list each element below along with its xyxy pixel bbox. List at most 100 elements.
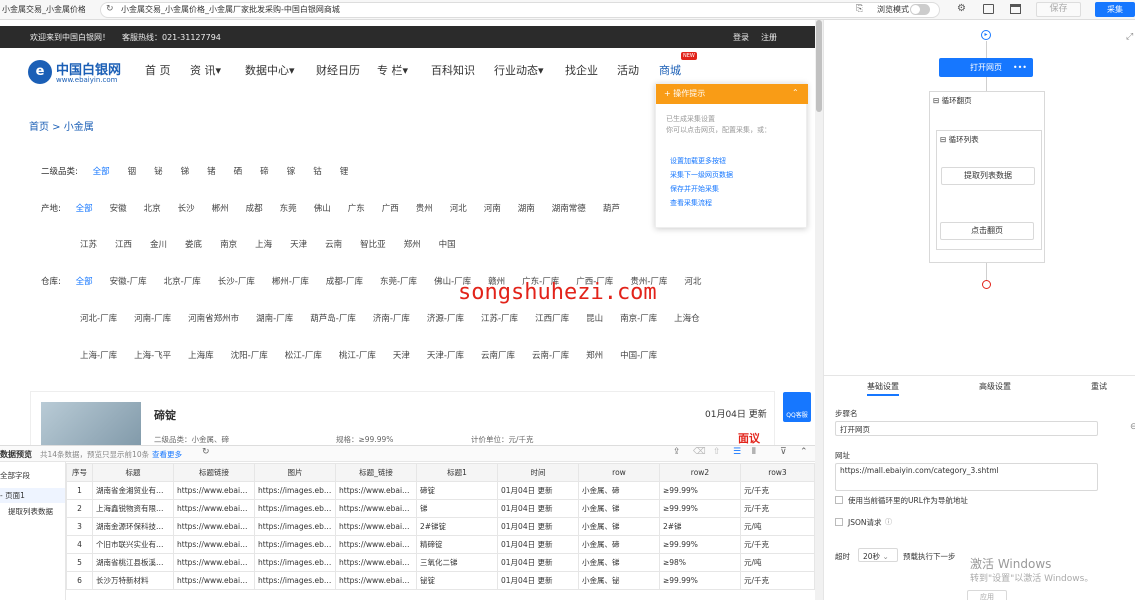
origin-option-9[interactable]: 广西 bbox=[382, 204, 399, 214]
warehouse-option-0[interactable]: 全部 bbox=[76, 277, 93, 287]
export-icon[interactable]: ⇪ bbox=[673, 447, 681, 457]
warehouse-option-r3-7[interactable]: 天津-厂库 bbox=[427, 351, 464, 361]
column-header-1[interactable]: 标题 bbox=[92, 463, 174, 482]
field-tree-extract[interactable]: 提取列表数据 bbox=[8, 506, 53, 517]
info-icon[interactable]: ⓘ bbox=[885, 517, 892, 527]
warehouse-option-r2-11[interactable]: 上海仓 bbox=[674, 314, 700, 324]
warehouse-option-1[interactable]: 安徽-厂库 bbox=[110, 277, 147, 287]
browse-mode-toggle[interactable] bbox=[910, 4, 930, 15]
list-view-icon[interactable]: ☰ bbox=[733, 447, 741, 457]
use-loop-url-checkbox[interactable] bbox=[835, 496, 843, 504]
origin-option-0[interactable]: 全部 bbox=[76, 204, 93, 214]
product-card[interactable]: 碲锭 01月04日 更新 二级品类：小金属、碲 规格：≥99.99% 计价单位：… bbox=[30, 391, 775, 445]
nav-home[interactable]: 首 页 bbox=[145, 62, 171, 78]
origin-option-r2-9[interactable]: 郑州 bbox=[404, 240, 421, 250]
scrollbar-thumb[interactable] bbox=[816, 20, 822, 112]
warehouse-option-r3-0[interactable]: 上海-厂库 bbox=[80, 351, 117, 361]
column-header-6[interactable]: 时间 bbox=[497, 463, 579, 482]
origin-option-4[interactable]: 郴州 bbox=[212, 204, 229, 214]
table-row[interactable]: 3 湖南金源环保科技有... https://www.ebaiyin... https… bbox=[66, 517, 815, 536]
expand-icon[interactable]: ⤢ bbox=[1126, 32, 1133, 42]
warehouse-option-r3-11[interactable]: 中国-厂库 bbox=[620, 351, 657, 361]
origin-option-r2-3[interactable]: 娄底 bbox=[185, 240, 202, 250]
more-icon[interactable]: ••• bbox=[1013, 58, 1027, 77]
level2-option-9[interactable]: 锂 bbox=[340, 167, 349, 177]
tab-advanced-settings[interactable]: 高级设置 bbox=[979, 381, 1011, 392]
level2-option-4[interactable]: 锗 bbox=[207, 167, 216, 177]
warehouse-option-r2-7[interactable]: 江苏-厂库 bbox=[481, 314, 518, 324]
warehouse-option-r3-9[interactable]: 云南-厂库 bbox=[532, 351, 569, 361]
warehouse-option-r2-5[interactable]: 济南-厂库 bbox=[373, 314, 410, 324]
delete-icon[interactable]: ⌫ bbox=[693, 447, 706, 457]
warehouse-option-r3-5[interactable]: 桃江-厂库 bbox=[339, 351, 376, 361]
site-logo-icon[interactable]: e bbox=[28, 60, 52, 84]
warehouse-option-r3-2[interactable]: 上海库 bbox=[188, 351, 214, 361]
warehouse-option-r3-4[interactable]: 松江-厂库 bbox=[285, 351, 322, 361]
warehouse-option-6[interactable]: 东莞-厂库 bbox=[380, 277, 417, 287]
warehouse-option-r2-4[interactable]: 葫芦岛-厂库 bbox=[310, 314, 356, 324]
address-bar[interactable]: 小金属交易_小金属价格_小金属厂家批发采购-中国白银网商城 bbox=[100, 2, 940, 18]
flow-open-page[interactable]: 打开网页 ••• bbox=[939, 58, 1033, 77]
warehouse-option-r2-0[interactable]: 河北-厂库 bbox=[80, 314, 117, 324]
tips-link-load-more[interactable]: 设置加载更多按钮 bbox=[670, 156, 726, 166]
qq-service-button[interactable]: QQ客服 bbox=[783, 392, 811, 422]
reload-icon[interactable]: ↻ bbox=[106, 4, 114, 14]
origin-option-10[interactable]: 贵州 bbox=[416, 204, 433, 214]
tab-retry[interactable]: 重试 bbox=[1091, 381, 1107, 392]
nav-activity[interactable]: 活动 bbox=[617, 62, 639, 78]
origin-option-r2-2[interactable]: 金川 bbox=[150, 240, 167, 250]
help-icon[interactable]: ⊖ bbox=[1130, 422, 1135, 432]
origin-option-r2-1[interactable]: 江西 bbox=[115, 240, 132, 250]
origin-option-r2-0[interactable]: 江苏 bbox=[80, 240, 97, 250]
warehouse-option-r3-3[interactable]: 沈阳-厂库 bbox=[231, 351, 268, 361]
origin-option-8[interactable]: 广东 bbox=[348, 204, 365, 214]
warehouse-option-r2-8[interactable]: 江西厂库 bbox=[535, 314, 569, 324]
level2-option-7[interactable]: 镓 bbox=[287, 167, 296, 177]
tab-basic-settings[interactable]: 基础设置 bbox=[867, 381, 899, 396]
table-row[interactable]: 1 湖南省金湘贸业有限... https://www.ebaiyin... https… bbox=[66, 481, 815, 500]
browser-tab[interactable]: 小金属交易_小金属价格 bbox=[0, 0, 85, 20]
url-input[interactable]: https://mall.ebaiyin.com/category_3.shtm… bbox=[835, 463, 1098, 491]
origin-option-3[interactable]: 长沙 bbox=[178, 204, 195, 214]
apply-button[interactable]: 应用 bbox=[967, 590, 1007, 600]
column-header-9[interactable]: row3 bbox=[740, 463, 815, 482]
column-header-3[interactable]: 图片 bbox=[254, 463, 336, 482]
origin-option-11[interactable]: 河北 bbox=[450, 204, 467, 214]
origin-option-7[interactable]: 佛山 bbox=[314, 204, 331, 214]
column-view-icon[interactable]: ⫴ bbox=[752, 447, 756, 457]
nav-calendar[interactable]: 财经日历 bbox=[316, 62, 360, 78]
product-title[interactable]: 碲锭 bbox=[154, 407, 176, 423]
column-header-8[interactable]: row2 bbox=[659, 463, 741, 482]
product-image[interactable] bbox=[41, 402, 141, 445]
column-header-4[interactable]: 标题_链接 bbox=[335, 463, 417, 482]
flow-extract-list[interactable]: 提取列表数据 bbox=[941, 167, 1035, 185]
warehouse-option-2[interactable]: 北京-厂库 bbox=[164, 277, 201, 287]
warehouse-option-r2-6[interactable]: 济源-厂库 bbox=[427, 314, 464, 324]
nav-company[interactable]: 找企业 bbox=[565, 62, 598, 78]
collapse-icon[interactable]: ⌃ bbox=[792, 88, 799, 97]
collapse-panel-icon[interactable]: ⌃ bbox=[800, 447, 808, 457]
warehouse-option-r2-3[interactable]: 湖南-厂库 bbox=[256, 314, 293, 324]
tips-link-save-start[interactable]: 保存并开始采集 bbox=[670, 184, 719, 194]
nav-industry[interactable]: 行业动态▾ bbox=[494, 62, 544, 78]
warehouse-option-r2-10[interactable]: 南京-厂库 bbox=[620, 314, 657, 324]
field-tree-page[interactable]: - 页面1 bbox=[0, 488, 65, 503]
flow-loop-page[interactable]: ⊟ 循环翻页 ⊟ 循环列表 提取列表数据 点击翻页 bbox=[929, 91, 1045, 263]
level2-option-6[interactable]: 碲 bbox=[260, 167, 269, 177]
warehouse-option-3[interactable]: 长沙-厂库 bbox=[218, 277, 255, 287]
level2-option-2[interactable]: 铋 bbox=[154, 167, 163, 177]
origin-option-13[interactable]: 湖南 bbox=[518, 204, 535, 214]
level2-option-0[interactable]: 全部 bbox=[93, 167, 110, 177]
column-header-7[interactable]: row bbox=[578, 463, 660, 482]
nav-mall[interactable]: 商城 bbox=[659, 62, 681, 78]
table-row[interactable]: 2 上海鑫锐物资有限公司 https://www.ebaiyin... https:/… bbox=[66, 499, 815, 518]
warehouse-option-r2-1[interactable]: 河南-厂库 bbox=[134, 314, 171, 324]
level2-option-1[interactable]: 铟 bbox=[128, 167, 137, 177]
warehouse-option-r2-2[interactable]: 河南省郑州市 bbox=[188, 314, 239, 324]
origin-option-r2-4[interactable]: 南京 bbox=[220, 240, 237, 250]
level2-option-3[interactable]: 锑 bbox=[181, 167, 190, 177]
nav-news[interactable]: 资 讯▾ bbox=[190, 62, 221, 78]
gear-icon[interactable]: ⚙ bbox=[957, 3, 966, 14]
warehouse-option-r3-6[interactable]: 天津 bbox=[393, 351, 410, 361]
warehouse-option-5[interactable]: 成都-厂库 bbox=[326, 277, 363, 287]
